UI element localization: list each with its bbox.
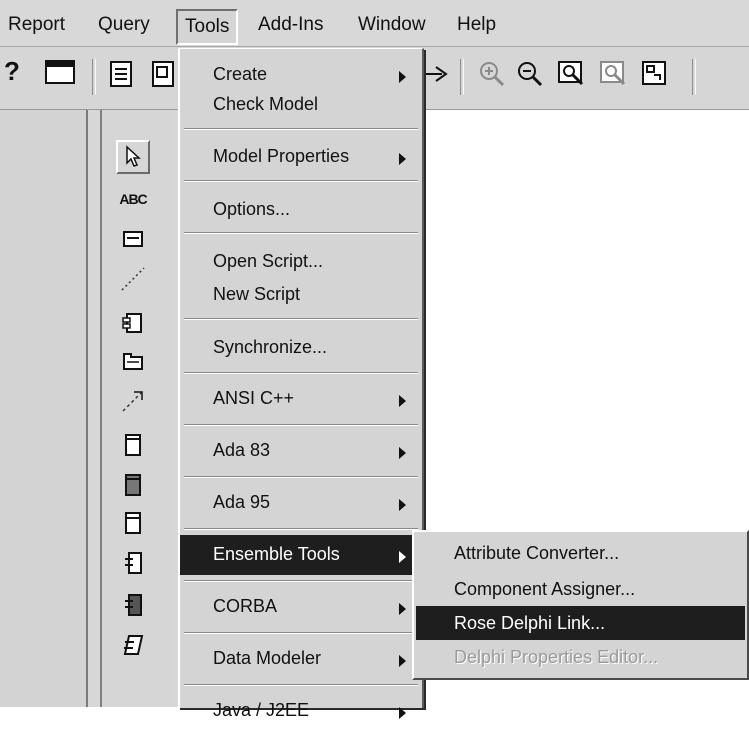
menu-item-synchronize[interactable]: Synchronize... [180, 328, 422, 368]
submenu-arrow-icon [399, 655, 406, 667]
package-body-icon[interactable] [116, 588, 150, 622]
menu-item-label: Ada 83 [213, 440, 271, 460]
menu-item-check-model[interactable]: Check Model [180, 85, 422, 125]
ensemble-tools-submenu: Attribute Converter... Component Assigne… [412, 530, 749, 680]
menu-separator [184, 180, 418, 182]
menu-item-ensemble-tools[interactable]: Ensemble Tools [180, 535, 422, 575]
text-box-label: ABC [119, 191, 147, 207]
selection-pointer-icon[interactable] [116, 140, 150, 174]
toolbar-separator [92, 59, 96, 95]
tools-menu: Create Check Model Model Properties Opti… [178, 48, 424, 720]
browse-icon[interactable] [640, 59, 670, 89]
menu-item-options[interactable]: Options... [180, 190, 422, 230]
submenu-item-label: Rose Delphi Link... [454, 613, 606, 633]
toolbar-separator [460, 59, 464, 95]
menu-separator [184, 372, 418, 374]
menu-item-label: CORBA [213, 596, 278, 616]
main-program-icon[interactable] [116, 506, 150, 540]
menu-separator [184, 632, 418, 634]
document-icon[interactable] [108, 59, 136, 89]
menu-item-model-properties[interactable]: Model Properties [180, 137, 422, 177]
menu-separator [184, 580, 418, 582]
menu-add-ins[interactable]: Add-Ins [258, 12, 323, 38]
menu-item-ada-83[interactable]: Ada 83 [180, 431, 422, 471]
zoom-out-icon[interactable] [514, 59, 544, 89]
package-icon[interactable] [116, 344, 150, 378]
dependency-icon[interactable] [116, 384, 150, 418]
menu-item-label: Data Modeler [213, 648, 322, 668]
submenu-item-delphi-properties-editor: Delphi Properties Editor... [416, 640, 745, 674]
menu-item-corba[interactable]: CORBA [180, 587, 422, 627]
submenu-arrow-icon [399, 71, 406, 83]
submenu-item-component-assigner[interactable]: Component Assigner... [416, 572, 745, 606]
submenu-arrow-icon [399, 447, 406, 459]
package-spec-icon[interactable] [116, 546, 150, 580]
menu-report[interactable]: Report [8, 12, 65, 38]
submenu-arrow-icon [399, 499, 406, 511]
component-icon[interactable] [116, 306, 150, 340]
menu-tools[interactable]: Tools [176, 9, 239, 45]
menu-item-data-modeler[interactable]: Data Modeler [180, 639, 422, 679]
menu-item-ada-95[interactable]: Ada 95 [180, 483, 422, 523]
menu-separator [184, 684, 418, 686]
submenu-item-rose-delphi-link[interactable]: Rose Delphi Link... [416, 606, 745, 640]
text-box-icon[interactable]: ABC [116, 182, 150, 216]
menu-separator [184, 232, 418, 234]
menu-query[interactable]: Query [98, 12, 150, 38]
zoom-in-icon[interactable] [476, 59, 506, 89]
submenu-item-attribute-converter[interactable]: Attribute Converter... [416, 536, 745, 570]
properties-icon[interactable] [150, 59, 176, 89]
menu-item-label: Create [213, 64, 268, 84]
menu-item-label: Synchronize... [213, 337, 328, 357]
task-spec-icon[interactable] [116, 628, 150, 662]
arrow-icon[interactable] [424, 59, 454, 89]
submenu-item-label: Component Assigner... [454, 579, 636, 599]
menu-item-java-j2ee[interactable]: Java / J2EE [180, 691, 422, 731]
anchor-note-icon[interactable] [116, 262, 150, 296]
menu-item-label: Model Properties [213, 146, 350, 166]
submenu-arrow-icon [399, 603, 406, 615]
menu-item-label: Check Model [213, 94, 319, 114]
context-help-icon[interactable]: ? [4, 55, 38, 87]
submenu-item-label: Attribute Converter... [454, 543, 620, 563]
submenu-item-label: Delphi Properties Editor... [454, 647, 659, 667]
toolbar-separator [692, 59, 696, 95]
menu-help[interactable]: Help [457, 12, 496, 38]
subprogram-body-icon[interactable] [116, 468, 150, 502]
submenu-arrow-icon [399, 551, 406, 563]
menu-separator [184, 318, 418, 320]
menu-item-label: Options... [213, 199, 291, 219]
diagram-toolbox: ABC [100, 110, 172, 707]
menu-bar: Report Query Tools Add-Ins Window Help [0, 0, 749, 47]
undo-fit-icon[interactable] [598, 59, 628, 89]
submenu-arrow-icon [399, 707, 406, 719]
menu-item-label: Java / J2EE [213, 700, 310, 720]
browser-pane[interactable] [0, 110, 88, 707]
menu-separator [184, 528, 418, 530]
menu-item-label: Open Script... [213, 251, 324, 271]
menu-separator [184, 128, 418, 130]
subprogram-spec-icon[interactable] [116, 428, 150, 462]
note-icon[interactable] [116, 222, 150, 256]
menu-item-label: Ada 95 [213, 492, 271, 512]
submenu-arrow-icon [399, 395, 406, 407]
menu-separator [184, 424, 418, 426]
menu-item-label: ANSI C++ [213, 388, 295, 408]
menu-separator [184, 476, 418, 478]
menu-item-label: Ensemble Tools [213, 544, 340, 564]
menu-item-new-script[interactable]: New Script [180, 275, 422, 315]
fit-in-window-icon[interactable] [556, 59, 586, 89]
menu-item-label: New Script [213, 284, 301, 304]
menu-window[interactable]: Window [358, 12, 426, 38]
menu-item-ansi-cpp[interactable]: ANSI C++ [180, 379, 422, 419]
submenu-arrow-icon [399, 153, 406, 165]
window-icon[interactable] [44, 59, 78, 89]
